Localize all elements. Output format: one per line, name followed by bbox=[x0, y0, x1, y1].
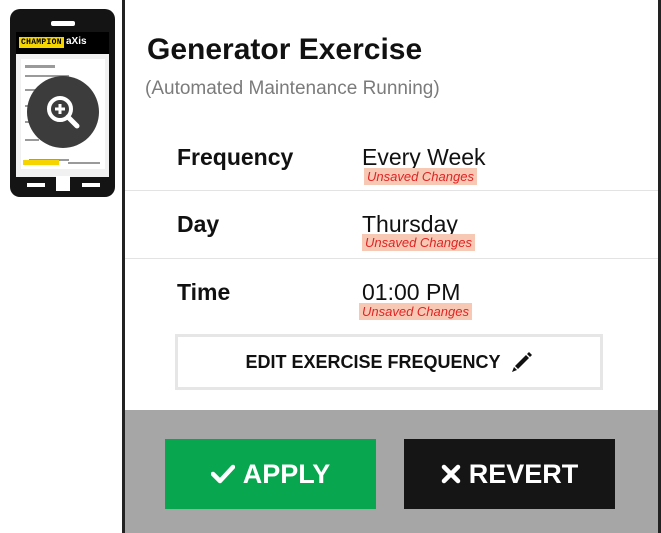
unsaved-changes-badge: Unsaved Changes bbox=[362, 234, 475, 251]
generator-exercise-panel: Generator Exercise (Automated Maintenanc… bbox=[122, 0, 661, 533]
setting-label: Day bbox=[177, 211, 220, 237]
action-footer: APPLY REVERT bbox=[125, 410, 658, 533]
page-title: Generator Exercise bbox=[147, 33, 423, 66]
apply-button[interactable]: APPLY bbox=[165, 439, 376, 509]
checkmark-icon bbox=[210, 464, 235, 484]
setting-row-frequency: Frequency Every Week Unsaved Changes bbox=[125, 123, 658, 191]
apply-label: APPLY bbox=[242, 458, 331, 489]
setting-row-time: Time 01:00 PM Unsaved Changes bbox=[125, 259, 658, 327]
axis-logo: aXis bbox=[66, 36, 87, 47]
phone-mini-apply bbox=[23, 160, 59, 165]
revert-button[interactable]: REVERT bbox=[404, 439, 615, 509]
champion-logo: CHAMPION bbox=[19, 37, 64, 48]
x-icon bbox=[441, 464, 460, 484]
phone-back-icon bbox=[27, 183, 45, 187]
zoom-in-icon[interactable] bbox=[27, 76, 99, 148]
setting-value: 01:00 PM bbox=[362, 279, 461, 305]
phone-speaker bbox=[51, 21, 75, 26]
page-subtitle: (Automated Maintenance Running) bbox=[145, 78, 440, 99]
setting-row-day: Day Thursday Unsaved Changes bbox=[125, 191, 658, 259]
revert-label: REVERT bbox=[468, 458, 579, 489]
phone-menu-icon bbox=[82, 183, 100, 187]
phone-home-icon bbox=[56, 176, 70, 191]
unsaved-changes-badge: Unsaved Changes bbox=[364, 168, 477, 185]
phone-mini-revert bbox=[68, 162, 100, 164]
pencil-icon bbox=[511, 352, 532, 372]
edit-button-label: EDIT EXERCISE FREQUENCY bbox=[245, 351, 501, 372]
setting-label: Time bbox=[177, 279, 231, 305]
phone-logo-bar: CHAMPION aXis bbox=[16, 32, 109, 54]
unsaved-changes-badge: Unsaved Changes bbox=[359, 303, 472, 320]
setting-value: Every Week bbox=[362, 144, 486, 170]
phone-thumbnail[interactable]: CHAMPION aXis bbox=[10, 9, 115, 197]
edit-exercise-frequency-button[interactable]: EDIT EXERCISE FREQUENCY bbox=[175, 334, 603, 390]
setting-label: Frequency bbox=[177, 144, 294, 170]
